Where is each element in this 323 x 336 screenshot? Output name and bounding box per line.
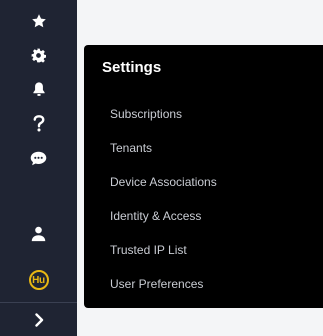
account-button[interactable]	[0, 217, 77, 251]
expand-sidebar-button[interactable]	[0, 304, 77, 336]
help-icon	[33, 114, 44, 131]
gear-icon	[31, 48, 46, 63]
menu-item-subscriptions[interactable]: Subscriptions	[110, 107, 182, 121]
user-icon	[31, 226, 46, 242]
settings-panel-title: Settings	[102, 59, 162, 76]
menu-item-tenants[interactable]: Tenants	[110, 141, 152, 155]
chat-icon	[30, 151, 47, 165]
notifications-button[interactable]	[0, 72, 77, 106]
menu-item-device-associations[interactable]: Device Associations	[110, 175, 217, 189]
menu-item-user-preferences[interactable]: User Preferences	[110, 277, 203, 291]
help-button[interactable]	[0, 106, 77, 140]
bell-icon	[32, 82, 45, 96]
menu-item-identity-access[interactable]: Identity & Access	[110, 209, 201, 223]
favorites-button[interactable]	[0, 4, 77, 38]
avatar-initials: Hu	[32, 274, 45, 286]
menu-item-trusted-ip-list[interactable]: Trusted IP List	[110, 243, 187, 257]
chat-button[interactable]	[0, 141, 77, 175]
sidebar-divider	[0, 302, 77, 303]
star-icon	[31, 14, 46, 28]
avatar-button[interactable]: Hu	[0, 263, 77, 297]
chevron-right-icon	[34, 313, 43, 327]
settings-button[interactable]	[0, 38, 77, 72]
settings-panel: Settings Subscriptions Tenants Device As…	[84, 45, 323, 308]
sidebar-rail: Hu	[0, 0, 77, 336]
avatar: Hu	[28, 270, 49, 290]
